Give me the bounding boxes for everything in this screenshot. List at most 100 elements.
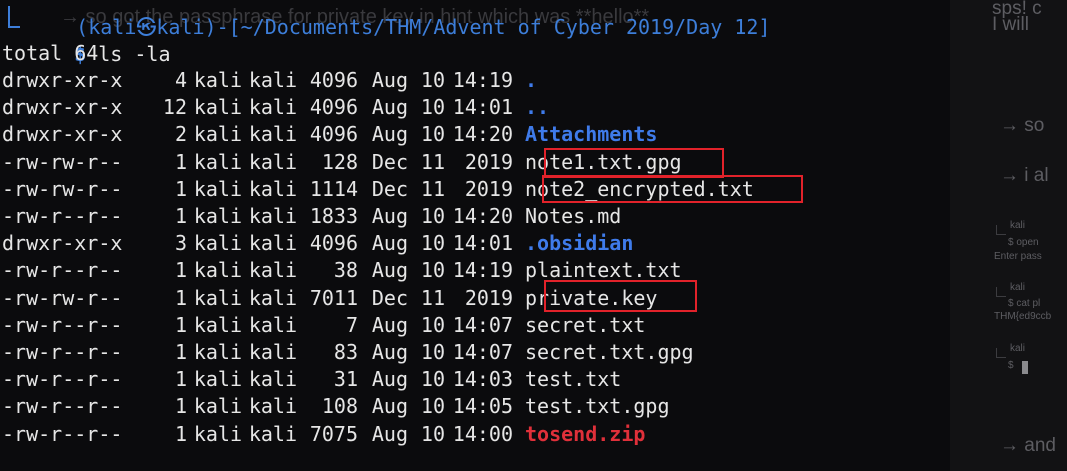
links-cell: 3 (174, 231, 187, 256)
owner-cell: kali (193, 231, 242, 256)
month-cell: Dec (371, 176, 408, 201)
prompt-path-line: (kali㉿kali)-[~/Documents/THM/Advent of C… (2, 0, 770, 39)
owner-cell: kali (193, 367, 242, 392)
links-cell: 1 (174, 149, 187, 174)
prompt-command-line[interactable]: $ ls -la (2, 14, 170, 66)
filename-cell[interactable]: test.txt (525, 366, 621, 393)
owner-cell: kali (193, 285, 242, 310)
time-cell: 14:07 (452, 340, 513, 364)
filename-cell[interactable]: Attachments (525, 121, 657, 148)
size-cell: 83 (333, 340, 358, 364)
prompt-host-path: (kali㉿kali)-[~/Documents/THM/Advent of C… (76, 15, 771, 39)
links-cell: 1 (174, 176, 187, 201)
time-cell: 14:03 (452, 367, 513, 392)
permissions-cell: -rw-r--r-- (2, 421, 123, 446)
highlight-box-note1 (544, 148, 724, 178)
day-cell: 10 (420, 204, 445, 228)
listing-row: -rw-r--r-- 1 kali kali 108 Aug 10 14:05 test.txt… (2, 393, 670, 420)
highlight-box-private-key (544, 280, 697, 312)
month-cell: Dec (371, 285, 408, 310)
time-cell: 2019 (464, 176, 513, 201)
ghost-prompt-corner (996, 225, 1006, 235)
owner-cell: kali (193, 394, 242, 419)
links-cell: 1 (174, 285, 187, 310)
filename-cell[interactable]: test.txt.gpg (525, 393, 670, 420)
size-cell: 108 (321, 394, 358, 419)
group-cell: kali (248, 285, 297, 310)
group-cell: kali (248, 176, 297, 201)
day-cell: 10 (420, 421, 445, 446)
ghost-text-line2: I will (992, 14, 1029, 35)
month-cell: Aug (371, 231, 408, 256)
size-cell: 4096 (309, 95, 358, 120)
group-cell: kali (248, 340, 297, 364)
owner-cell: kali (193, 204, 242, 228)
month-cell: Aug (371, 204, 408, 228)
links-cell: 4 (174, 68, 187, 92)
ghost-small-3: Enter pass (994, 251, 1042, 262)
ghost-small-8: $ (1008, 360, 1014, 371)
background-notes-window: sps! c I will → so → i al kali $ open En… (950, 0, 1067, 471)
month-cell: Aug (371, 258, 408, 283)
permissions-cell: drwxr-xr-x (2, 122, 123, 147)
links-cell: 1 (174, 394, 187, 419)
day-cell: 10 (420, 312, 445, 337)
listing-row: -rw-r--r-- 1 kali kali 7075 Aug 10 14:00 tosend.… (2, 421, 645, 448)
month-cell: Aug (371, 394, 408, 419)
permissions-cell: drwxr-xr-x (2, 231, 123, 256)
filename-cell[interactable]: . (525, 67, 537, 94)
owner-cell: kali (193, 258, 242, 283)
filename-cell[interactable]: .obsidian (525, 230, 633, 257)
links-cell: 1 (174, 421, 187, 446)
group-cell: kali (248, 231, 297, 256)
size-cell: 38 (333, 258, 358, 283)
time-cell: 14:20 (452, 204, 513, 228)
permissions-cell: -rw-r--r-- (2, 258, 123, 283)
group-cell: kali (248, 258, 297, 283)
group-cell: kali (248, 204, 297, 228)
time-cell: 14:07 (452, 312, 513, 337)
ghost-text-arrow2: → i al (1000, 165, 1049, 186)
ghost-small-5: $ cat pl (1008, 298, 1041, 309)
owner-cell: kali (193, 149, 242, 174)
filename-cell[interactable]: tosend.zip (525, 421, 645, 448)
links-cell: 1 (174, 204, 187, 228)
group-cell: kali (248, 149, 297, 174)
time-cell: 14:19 (452, 68, 513, 92)
day-cell: 11 (420, 285, 445, 310)
group-cell: kali (248, 95, 297, 120)
filename-cell[interactable]: secret.txt.gpg (525, 339, 694, 366)
command-text: ls -la (98, 42, 171, 66)
highlight-box-note2 (542, 175, 803, 203)
ghost-small-4: kali (1010, 282, 1026, 293)
owner-cell: kali (193, 340, 242, 364)
ghost-small-7: kali (1010, 343, 1026, 354)
permissions-cell: -rw-r--r-- (2, 340, 123, 364)
size-cell: 1833 (309, 204, 358, 228)
day-cell: 10 (420, 68, 445, 92)
listing-row: -rw-r--r-- 1 kali kali 31 Aug 10 14:03 test.txt (2, 366, 621, 393)
month-cell: Dec (371, 149, 408, 174)
ghost-text-arrow3: → and (1000, 435, 1056, 456)
time-cell: 14:19 (452, 258, 513, 283)
day-cell: 11 (420, 149, 445, 174)
ghost-prompt-corner (996, 348, 1006, 358)
owner-cell: kali (193, 95, 242, 120)
time-cell: 2019 (464, 149, 513, 174)
month-cell: Aug (371, 95, 408, 120)
listing-row: drwxr-xr-x 12 kali kali 4096 Aug 10 14:01.. (2, 94, 549, 121)
total-line: total 64 (2, 41, 99, 65)
permissions-cell: -rw-r--r-- (2, 312, 123, 337)
filename-cell[interactable]: .. (525, 94, 549, 121)
links-cell: 2 (174, 122, 187, 147)
permissions-cell: -rw-rw-r-- (2, 285, 123, 310)
links-cell: 1 (174, 258, 187, 283)
day-cell: 10 (420, 394, 445, 419)
filename-cell[interactable]: Notes.md (525, 203, 621, 230)
time-cell: 2019 (464, 285, 513, 310)
permissions-cell: -rw-rw-r-- (2, 176, 123, 201)
filename-cell[interactable]: secret.txt (525, 312, 645, 339)
month-cell: Aug (371, 421, 408, 446)
time-cell: 14:01 (452, 231, 513, 256)
owner-cell: kali (193, 312, 242, 337)
